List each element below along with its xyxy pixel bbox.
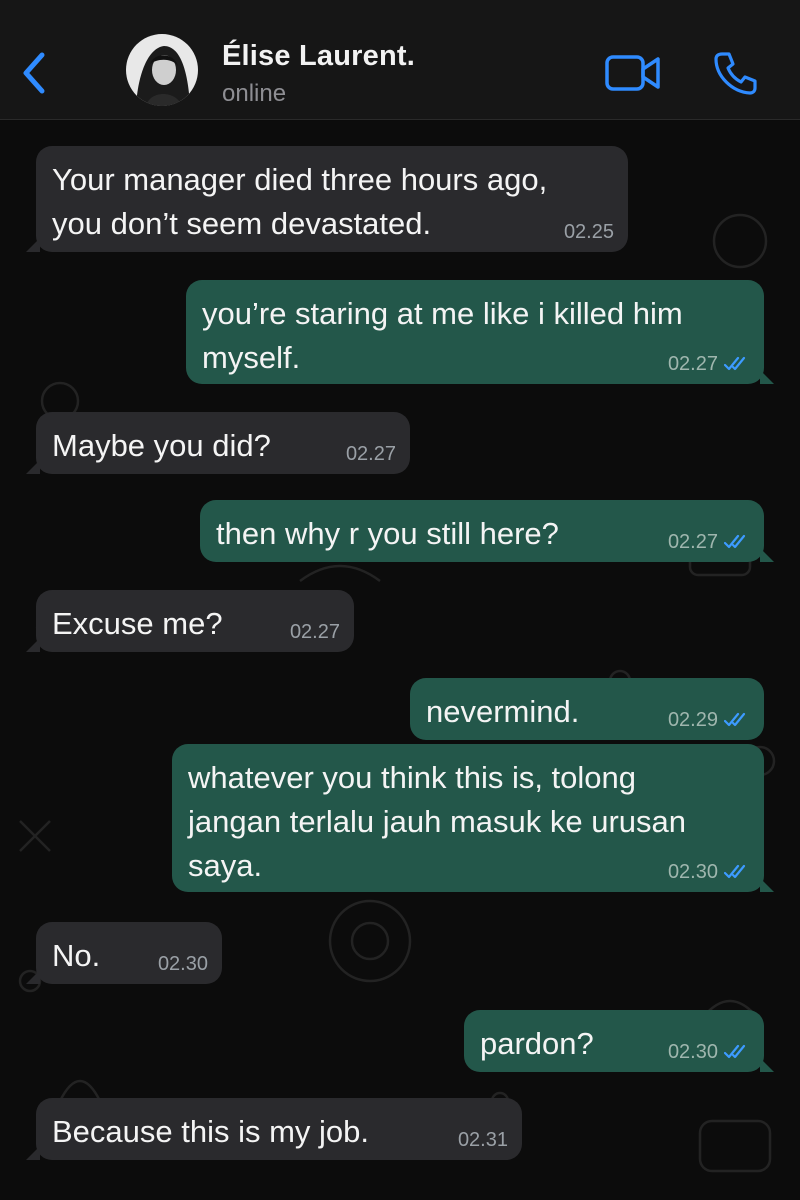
incoming-message[interactable]: No. 02.30	[26, 922, 222, 984]
voice-call-button[interactable]	[710, 48, 760, 98]
message-meta: 02.27	[346, 444, 396, 464]
message-text-line: Your manager died three hours ago,	[52, 162, 548, 197]
message-time: 02.30	[157, 953, 208, 975]
message-meta: 02.27	[668, 354, 750, 374]
outgoing-message[interactable]: you’re staring at me like i killed him my…	[186, 280, 774, 384]
read-receipt-icon	[724, 534, 746, 549]
read-receipt-icon	[724, 864, 746, 879]
message-text-line: you don’t seem devastated.	[52, 206, 432, 241]
message-time: 02.27	[667, 531, 718, 553]
read-receipt-icon	[724, 712, 746, 727]
message-meta: 02.31	[458, 1130, 508, 1150]
message-time: 02.31	[457, 1129, 508, 1151]
chat-header: Élise Laurent. online	[0, 0, 800, 120]
read-receipt-icon	[724, 1044, 746, 1059]
message-text-line: jangan terlalu jauh masuk ke urusan	[188, 804, 687, 839]
avatar-image	[126, 34, 198, 106]
outgoing-message[interactable]: then why r you still here? 02.27	[200, 500, 774, 562]
chevron-left-icon	[23, 52, 45, 94]
message-meta: 02.30	[668, 862, 750, 882]
message-text-line: you’re staring at me like i killed him	[202, 296, 683, 331]
video-camera-icon	[605, 55, 660, 91]
message-text-line: myself.	[202, 340, 301, 375]
back-button[interactable]	[14, 50, 54, 96]
outgoing-message[interactable]: whatever you think this is, tolong jangan…	[172, 744, 774, 892]
avatar[interactable]	[126, 34, 198, 106]
message-text-line: Maybe you did?	[52, 428, 271, 463]
message-time: 02.27	[667, 353, 718, 375]
message-meta: 02.27	[668, 532, 750, 552]
read-receipt-icon	[724, 356, 746, 371]
message-text-line: Because this is my job.	[52, 1114, 370, 1149]
message-text-line: whatever you think this is, tolong	[188, 760, 637, 795]
message-time: 02.30	[667, 861, 718, 883]
incoming-message[interactable]: Maybe you did? 02.27	[26, 412, 410, 474]
incoming-message[interactable]: Your manager died three hours ago, you do…	[26, 146, 628, 252]
message-time: 02.27	[289, 621, 340, 643]
contact-name[interactable]: Élise Laurent.	[222, 40, 415, 73]
outgoing-message[interactable]: nevermind. 02.29	[410, 678, 764, 740]
message-meta: 02.25	[564, 222, 614, 242]
message-time: 02.27	[345, 443, 396, 465]
message-meta: 02.29	[668, 710, 750, 730]
incoming-message[interactable]: Excuse me? 02.27	[26, 590, 354, 652]
phone-icon	[714, 52, 757, 95]
message-meta: 02.30	[158, 954, 208, 974]
contact-status: online	[222, 80, 287, 107]
message-time: 02.29	[667, 709, 718, 731]
video-call-button[interactable]	[604, 52, 662, 94]
outgoing-message[interactable]: pardon? 02.30	[464, 1010, 774, 1072]
message-meta: 02.27	[290, 622, 340, 642]
message-meta: 02.30	[668, 1042, 750, 1062]
incoming-message[interactable]: Because this is my job. 02.31	[26, 1098, 522, 1160]
message-time: 02.25	[563, 221, 614, 243]
message-text-line: saya.	[188, 848, 263, 883]
message-time: 02.30	[667, 1041, 718, 1063]
